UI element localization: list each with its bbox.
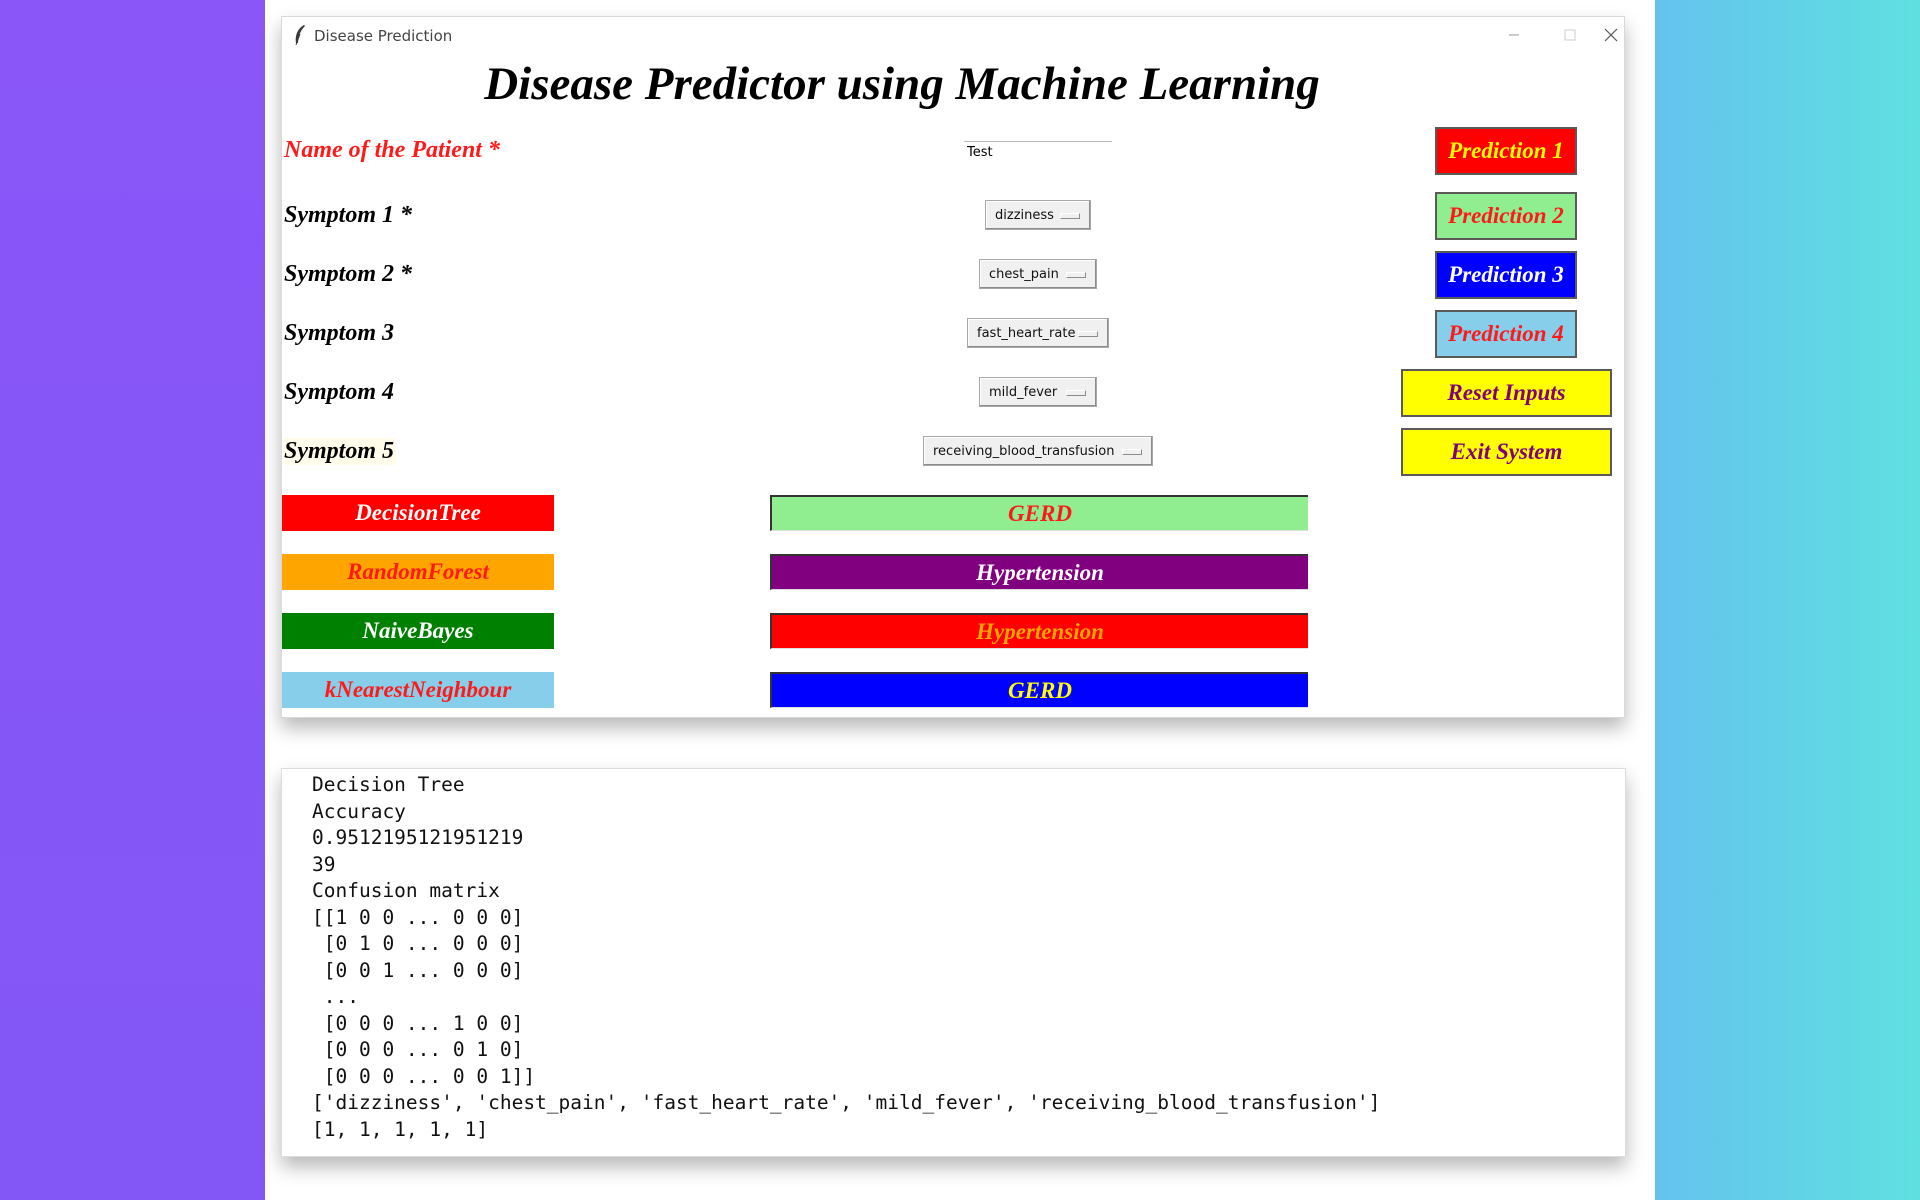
console-line: 39 [312,853,336,876]
decision-tree-result: GERD [770,495,1308,531]
symptom-4-label: Symptom 4 [284,379,395,405]
symptom-5-label: Symptom 5 [284,438,397,465]
console-line: Accuracy [312,800,406,823]
symptom-1-label: Symptom 1 * [284,202,413,228]
knn-result: GERD [770,672,1308,708]
dropdown-indicator-icon [1122,449,1142,455]
symptom-1-select[interactable]: dizziness [985,200,1091,230]
patient-name-label: Name of the Patient * [284,137,500,163]
feather-icon [295,25,305,46]
symptom-3-label: Symptom 3 [284,320,395,346]
console-line: Decision Tree [312,773,465,796]
symptom-2-value: chest_pain [989,266,1059,282]
symptom-5-select[interactable]: receiving_blood_transfusion [923,436,1153,466]
console-output: Decision Tree Accuracy 0.951219512195121… [281,768,1626,1157]
reset-inputs-button[interactable]: Reset Inputs [1401,369,1612,417]
prediction-1-button[interactable]: Prediction 1 [1435,127,1577,175]
background-left-band [0,0,265,1200]
patient-name-input[interactable] [964,141,1112,163]
minimize-icon [1509,34,1519,36]
app-window: Disease Prediction Disease Predictor usi… [281,16,1625,718]
background-right-band [1655,0,1920,1200]
page-title: Disease Predictor using Machine Learning [484,58,1320,110]
random-forest-label: RandomForest [282,554,554,590]
decision-tree-label: DecisionTree [282,495,554,531]
title-bar[interactable]: Disease Prediction [282,17,1624,53]
symptom-2-label: Symptom 2 * [284,261,413,287]
console-line: [[1 0 0 ... 0 0 0] [312,906,524,929]
symptom-4-select[interactable]: mild_fever [979,377,1097,407]
naive-bayes-label: NaiveBayes [282,613,554,649]
console-line: ... [312,985,359,1008]
symptom-5-value: receiving_blood_transfusion [933,443,1115,459]
minimize-button[interactable] [1486,17,1542,53]
symptom-2-select[interactable]: chest_pain [979,259,1097,289]
dropdown-indicator-icon [1066,390,1086,396]
maximize-button[interactable] [1542,17,1598,53]
symptom-3-select[interactable]: fast_heart_rate [967,318,1109,348]
random-forest-result: Hypertension [770,554,1308,590]
maximize-icon [1564,29,1576,41]
dropdown-indicator-icon [1060,213,1080,219]
prediction-3-button[interactable]: Prediction 3 [1435,251,1577,299]
console-line: 0.9512195121951219 [312,826,524,849]
console-line: [1, 1, 1, 1, 1] [312,1118,489,1141]
symptom-1-value: dizziness [995,207,1054,223]
window-title: Disease Prediction [314,27,453,45]
knn-label: kNearestNeighbour [282,672,554,708]
prediction-4-button[interactable]: Prediction 4 [1435,310,1577,358]
dropdown-indicator-icon [1066,272,1086,278]
naive-bayes-result: Hypertension [770,613,1308,649]
console-line: [0 0 0 ... 1 0 0] [312,1012,524,1035]
console-line: [0 0 0 ... 0 1 0] [312,1038,524,1061]
symptom-4-value: mild_fever [989,384,1058,400]
exit-system-button[interactable]: Exit System [1401,428,1612,476]
console-line: [0 0 1 ... 0 0 0] [312,959,524,982]
console-line: [0 1 0 ... 0 0 0] [312,932,524,955]
console-line: ['dizziness', 'chest_pain', 'fast_heart_… [312,1091,1381,1114]
prediction-2-button[interactable]: Prediction 2 [1435,192,1577,240]
symptom-3-value: fast_heart_rate [977,325,1076,341]
dropdown-indicator-icon [1078,331,1098,337]
console-line: Confusion matrix [312,879,500,902]
close-icon [1604,28,1618,42]
close-button[interactable] [1598,17,1624,53]
console-line: [0 0 0 ... 0 0 1]] [312,1065,536,1088]
